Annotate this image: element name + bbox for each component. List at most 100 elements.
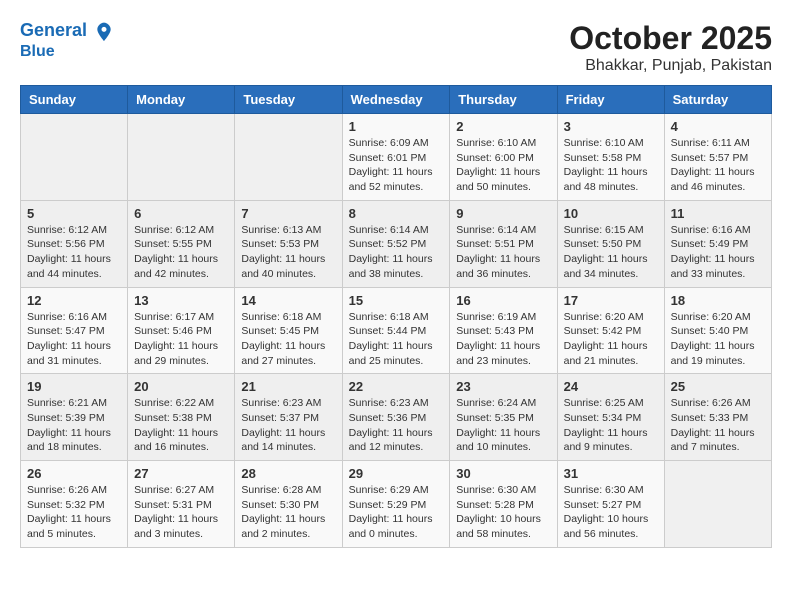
day-number: 26: [27, 466, 121, 481]
calendar-cell: [128, 114, 235, 201]
day-info: Sunrise: 6:18 AMSunset: 5:44 PMDaylight:…: [349, 310, 444, 369]
calendar-cell: 7 Sunrise: 6:13 AMSunset: 5:53 PMDaylight…: [235, 200, 342, 287]
location-title: Bhakkar, Punjab, Pakistan: [569, 57, 772, 75]
calendar-cell: 27 Sunrise: 6:27 AMSunset: 5:31 PMDayligh…: [128, 461, 235, 548]
calendar-cell: 30 Sunrise: 6:30 AMSunset: 5:28 PMDayligh…: [450, 461, 557, 548]
title-section: October 2025 Bhakkar, Punjab, Pakistan: [569, 20, 772, 75]
calendar-week-row: 12Sunrise: 6:16 AMSunset: 5:47 PMDayligh…: [21, 287, 772, 374]
calendar-cell: 29Sunrise: 6:29 AMSunset: 5:29 PMDayligh…: [342, 461, 450, 548]
day-info: Sunrise: 6:15 AMSunset: 5:50 PMDaylight:…: [564, 223, 658, 282]
day-info: Sunrise: 6:26 AMSunset: 5:33 PMDaylight:…: [671, 396, 765, 455]
calendar-cell: 1 Sunrise: 6:09 AMSunset: 6:01 PMDaylight…: [342, 114, 450, 201]
calendar-cell: 25 Sunrise: 6:26 AMSunset: 5:33 PMDayligh…: [664, 374, 771, 461]
day-info: Sunrise: 6:14 AMSunset: 5:51 PMDaylight:…: [456, 223, 550, 282]
day-number: 28: [241, 466, 335, 481]
day-info: Sunrise: 6:13 AMSunset: 5:53 PMDaylight:…: [241, 223, 335, 282]
day-number: 2: [456, 119, 550, 134]
calendar-cell: 21Sunrise: 6:23 AMSunset: 5:37 PMDayligh…: [235, 374, 342, 461]
calendar-cell: 14Sunrise: 6:18 AMSunset: 5:45 PMDayligh…: [235, 287, 342, 374]
weekday-header: Wednesday: [342, 86, 450, 114]
day-number: 23: [456, 379, 550, 394]
calendar-cell: 22 Sunrise: 6:23 AMSunset: 5:36 PMDayligh…: [342, 374, 450, 461]
day-info: Sunrise: 6:24 AMSunset: 5:35 PMDaylight:…: [456, 396, 550, 455]
day-number: 7: [241, 206, 335, 221]
calendar-cell: [664, 461, 771, 548]
day-number: 18: [671, 293, 765, 308]
day-info: Sunrise: 6:17 AMSunset: 5:46 PMDaylight:…: [134, 310, 228, 369]
day-info: Sunrise: 6:14 AMSunset: 5:52 PMDaylight:…: [349, 223, 444, 282]
day-number: 5: [27, 206, 121, 221]
calendar-cell: 26Sunrise: 6:26 AMSunset: 5:32 PMDayligh…: [21, 461, 128, 548]
weekday-header: Monday: [128, 86, 235, 114]
calendar-cell: [21, 114, 128, 201]
day-number: 20: [134, 379, 228, 394]
day-number: 13: [134, 293, 228, 308]
day-number: 14: [241, 293, 335, 308]
day-info: Sunrise: 6:12 AMSunset: 5:55 PMDaylight:…: [134, 223, 228, 282]
calendar-cell: 6 Sunrise: 6:12 AMSunset: 5:55 PMDaylight…: [128, 200, 235, 287]
logo-subtext: Blue: [20, 42, 114, 61]
weekday-header: Tuesday: [235, 86, 342, 114]
day-info: Sunrise: 6:25 AMSunset: 5:34 PMDaylight:…: [564, 396, 658, 455]
logo: General Blue: [20, 20, 114, 61]
calendar-cell: 9 Sunrise: 6:14 AMSunset: 5:51 PMDaylight…: [450, 200, 557, 287]
day-number: 9: [456, 206, 550, 221]
day-number: 19: [27, 379, 121, 394]
day-info: Sunrise: 6:09 AMSunset: 6:01 PMDaylight:…: [349, 136, 444, 195]
day-info: Sunrise: 6:16 AMSunset: 5:49 PMDaylight:…: [671, 223, 765, 282]
day-info: Sunrise: 6:22 AMSunset: 5:38 PMDaylight:…: [134, 396, 228, 455]
day-number: 10: [564, 206, 658, 221]
weekday-header: Thursday: [450, 86, 557, 114]
day-number: 11: [671, 206, 765, 221]
day-info: Sunrise: 6:20 AMSunset: 5:40 PMDaylight:…: [671, 310, 765, 369]
day-number: 1: [349, 119, 444, 134]
day-number: 8: [349, 206, 444, 221]
calendar-header-row: SundayMondayTuesdayWednesdayThursdayFrid…: [21, 86, 772, 114]
day-info: Sunrise: 6:10 AMSunset: 5:58 PMDaylight:…: [564, 136, 658, 195]
calendar-cell: 19Sunrise: 6:21 AMSunset: 5:39 PMDayligh…: [21, 374, 128, 461]
calendar-cell: 28Sunrise: 6:28 AMSunset: 5:30 PMDayligh…: [235, 461, 342, 548]
calendar-cell: 3 Sunrise: 6:10 AMSunset: 5:58 PMDaylight…: [557, 114, 664, 201]
day-number: 21: [241, 379, 335, 394]
month-title: October 2025: [569, 20, 772, 57]
calendar-cell: 10 Sunrise: 6:15 AMSunset: 5:50 PMDayligh…: [557, 200, 664, 287]
day-info: Sunrise: 6:30 AMSunset: 5:28 PMDaylight:…: [456, 483, 550, 542]
day-info: Sunrise: 6:27 AMSunset: 5:31 PMDaylight:…: [134, 483, 228, 542]
day-number: 16: [456, 293, 550, 308]
calendar-table: SundayMondayTuesdayWednesdayThursdayFrid…: [20, 85, 772, 548]
calendar-week-row: 5 Sunrise: 6:12 AMSunset: 5:56 PMDaylight…: [21, 200, 772, 287]
calendar-cell: 23 Sunrise: 6:24 AMSunset: 5:35 PMDayligh…: [450, 374, 557, 461]
calendar-cell: [235, 114, 342, 201]
day-info: Sunrise: 6:19 AMSunset: 5:43 PMDaylight:…: [456, 310, 550, 369]
calendar-cell: 18 Sunrise: 6:20 AMSunset: 5:40 PMDayligh…: [664, 287, 771, 374]
calendar-cell: 31Sunrise: 6:30 AMSunset: 5:27 PMDayligh…: [557, 461, 664, 548]
logo-text: General: [20, 20, 114, 42]
calendar-cell: 8 Sunrise: 6:14 AMSunset: 5:52 PMDaylight…: [342, 200, 450, 287]
calendar-week-row: 1 Sunrise: 6:09 AMSunset: 6:01 PMDaylight…: [21, 114, 772, 201]
day-number: 30: [456, 466, 550, 481]
day-number: 25: [671, 379, 765, 394]
calendar-cell: 15 Sunrise: 6:18 AMSunset: 5:44 PMDayligh…: [342, 287, 450, 374]
calendar-cell: 20 Sunrise: 6:22 AMSunset: 5:38 PMDayligh…: [128, 374, 235, 461]
day-number: 22: [349, 379, 444, 394]
day-info: Sunrise: 6:23 AMSunset: 5:36 PMDaylight:…: [349, 396, 444, 455]
weekday-header: Friday: [557, 86, 664, 114]
calendar-cell: 17Sunrise: 6:20 AMSunset: 5:42 PMDayligh…: [557, 287, 664, 374]
day-number: 27: [134, 466, 228, 481]
calendar-week-row: 19Sunrise: 6:21 AMSunset: 5:39 PMDayligh…: [21, 374, 772, 461]
day-info: Sunrise: 6:20 AMSunset: 5:42 PMDaylight:…: [564, 310, 658, 369]
day-number: 6: [134, 206, 228, 221]
day-info: Sunrise: 6:29 AMSunset: 5:29 PMDaylight:…: [349, 483, 444, 542]
calendar-cell: 2 Sunrise: 6:10 AMSunset: 6:00 PMDaylight…: [450, 114, 557, 201]
calendar-cell: 12Sunrise: 6:16 AMSunset: 5:47 PMDayligh…: [21, 287, 128, 374]
day-info: Sunrise: 6:10 AMSunset: 6:00 PMDaylight:…: [456, 136, 550, 195]
page-header: General Blue October 2025 Bhakkar, Punja…: [20, 20, 772, 75]
calendar-cell: 24Sunrise: 6:25 AMSunset: 5:34 PMDayligh…: [557, 374, 664, 461]
day-number: 4: [671, 119, 765, 134]
weekday-header: Sunday: [21, 86, 128, 114]
day-number: 15: [349, 293, 444, 308]
day-number: 3: [564, 119, 658, 134]
calendar-cell: 16 Sunrise: 6:19 AMSunset: 5:43 PMDayligh…: [450, 287, 557, 374]
day-info: Sunrise: 6:12 AMSunset: 5:56 PMDaylight:…: [27, 223, 121, 282]
day-info: Sunrise: 6:30 AMSunset: 5:27 PMDaylight:…: [564, 483, 658, 542]
